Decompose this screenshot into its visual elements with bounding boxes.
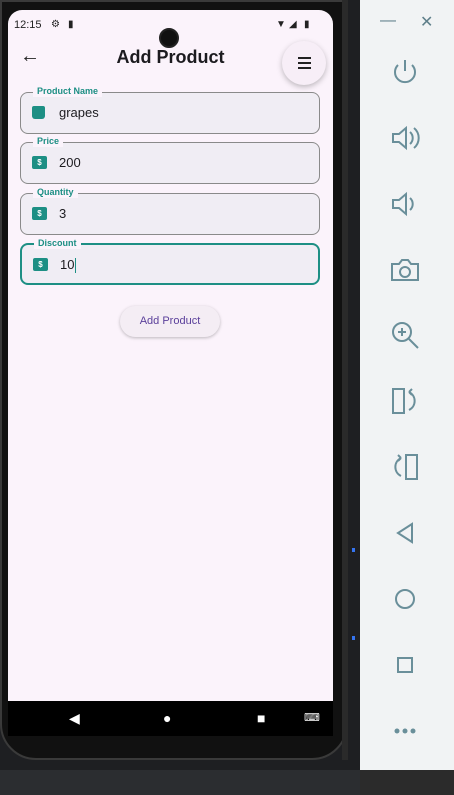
recents-square-icon[interactable]: ■	[257, 710, 265, 726]
back-icon[interactable]	[388, 516, 422, 550]
home-icon[interactable]	[388, 582, 422, 616]
money-icon: $	[33, 258, 48, 271]
phone-side-edge	[342, 0, 348, 760]
rotate-right-icon[interactable]	[388, 450, 422, 484]
wifi-icon: ▼	[276, 19, 286, 30]
close-icon[interactable]: ✕	[420, 12, 433, 32]
price-field[interactable]: Price $ 200	[20, 135, 320, 184]
rotate-left-icon[interactable]	[388, 384, 422, 418]
zoom-icon[interactable]	[388, 318, 422, 352]
ide-status-strip	[0, 770, 360, 795]
product-name-input[interactable]: grapes	[59, 105, 99, 121]
menu-button[interactable]	[282, 41, 326, 85]
power-icon[interactable]	[388, 55, 422, 89]
home-circle-icon[interactable]: ●	[163, 710, 171, 726]
signal-icon: ◢	[289, 19, 297, 30]
battery-icon: ▮	[304, 19, 310, 30]
ide-marker	[352, 636, 355, 640]
volume-down-icon[interactable]	[388, 187, 422, 221]
add-product-button[interactable]: Add Product	[120, 306, 220, 337]
field-label: Product Name	[33, 85, 103, 97]
shopping-bag-icon	[32, 106, 45, 119]
status-time: 12:15	[14, 19, 42, 31]
quantity-input[interactable]: 3	[59, 206, 66, 222]
overview-icon[interactable]	[388, 648, 422, 682]
product-name-field[interactable]: Product Name grapes	[20, 85, 320, 134]
discount-value: 10	[60, 257, 75, 272]
ide-marker	[352, 548, 355, 552]
emulator-side-panel: — ✕	[360, 0, 454, 770]
money-icon: $	[32, 207, 47, 220]
more-icon[interactable]	[388, 714, 422, 748]
back-triangle-icon[interactable]: ◀	[69, 710, 80, 726]
minimize-icon[interactable]: —	[380, 12, 396, 30]
field-label: Price	[33, 135, 64, 147]
quantity-field[interactable]: Quantity $ 3	[20, 186, 320, 235]
camera-icon[interactable]	[388, 253, 422, 287]
hamburger-line	[298, 62, 311, 64]
sd-card-icon: ▮	[68, 19, 74, 30]
text-caret	[75, 258, 77, 274]
price-input[interactable]: 200	[59, 155, 81, 171]
system-nav-bar: ◀ ● ■ ⌨	[8, 701, 333, 736]
settings-gear-icon: ⚙	[51, 19, 60, 30]
volume-up-icon[interactable]	[388, 121, 422, 155]
hamburger-menu-icon	[298, 57, 311, 59]
discount-field[interactable]: Discount $ 10	[20, 237, 320, 285]
keyboard-icon[interactable]: ⌨	[304, 710, 320, 726]
money-icon: $	[32, 156, 47, 169]
discount-input[interactable]: 10	[60, 257, 77, 274]
field-label: Quantity	[33, 186, 78, 198]
field-label: Discount	[34, 237, 81, 249]
hamburger-line	[298, 67, 311, 69]
device-screen: 12:15 ⚙ ▮ ▼ ◢ ▮ ← Add Product Product Na…	[8, 10, 333, 735]
